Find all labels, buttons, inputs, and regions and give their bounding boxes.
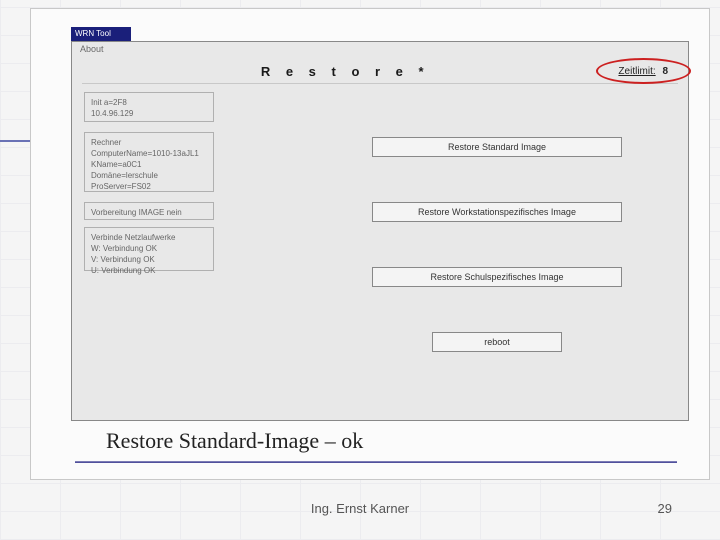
info-box-computer: Rechner ComputerName=1010-13aJL1 KName=a… bbox=[84, 132, 214, 192]
window-titlebar: WRN Tool bbox=[71, 27, 131, 41]
menu-about[interactable]: About bbox=[80, 44, 104, 54]
zeitlimit-label: Zeitlimit: bbox=[618, 66, 655, 77]
caption-underline bbox=[75, 461, 677, 463]
zeitlimit-value: 8 bbox=[662, 66, 668, 77]
footer-page-number: 29 bbox=[658, 501, 672, 516]
header-title: R e s t o r e * bbox=[82, 64, 608, 79]
window-header: R e s t o r e * Zeitlimit: 8 bbox=[82, 60, 678, 84]
decorative-accent bbox=[0, 140, 30, 142]
slide-caption: Restore Standard-Image – ok bbox=[106, 428, 363, 454]
reboot-button[interactable]: reboot bbox=[432, 332, 562, 352]
restore-window: About R e s t o r e * Zeitlimit: 8 Init … bbox=[71, 41, 689, 421]
restore-workstation-button[interactable]: Restore Workstationspezifisches Image bbox=[372, 202, 622, 222]
restore-standard-button[interactable]: Restore Standard Image bbox=[372, 137, 622, 157]
slide-content-area: WRN Tool About R e s t o r e * Zeitlimit… bbox=[30, 8, 710, 480]
restore-school-button[interactable]: Restore Schulspezifisches Image bbox=[372, 267, 622, 287]
info-box-network: Verbinde Netzlaufwerke W: Verbindung OK … bbox=[84, 227, 214, 271]
info-box-image-prep: Vorbereitung IMAGE nein bbox=[84, 202, 214, 220]
zeitlimit-box: Zeitlimit: 8 bbox=[608, 64, 678, 79]
footer-author: Ing. Ernst Karner bbox=[0, 501, 720, 516]
info-box-init: Init a=2F8 10.4.96.129 bbox=[84, 92, 214, 122]
